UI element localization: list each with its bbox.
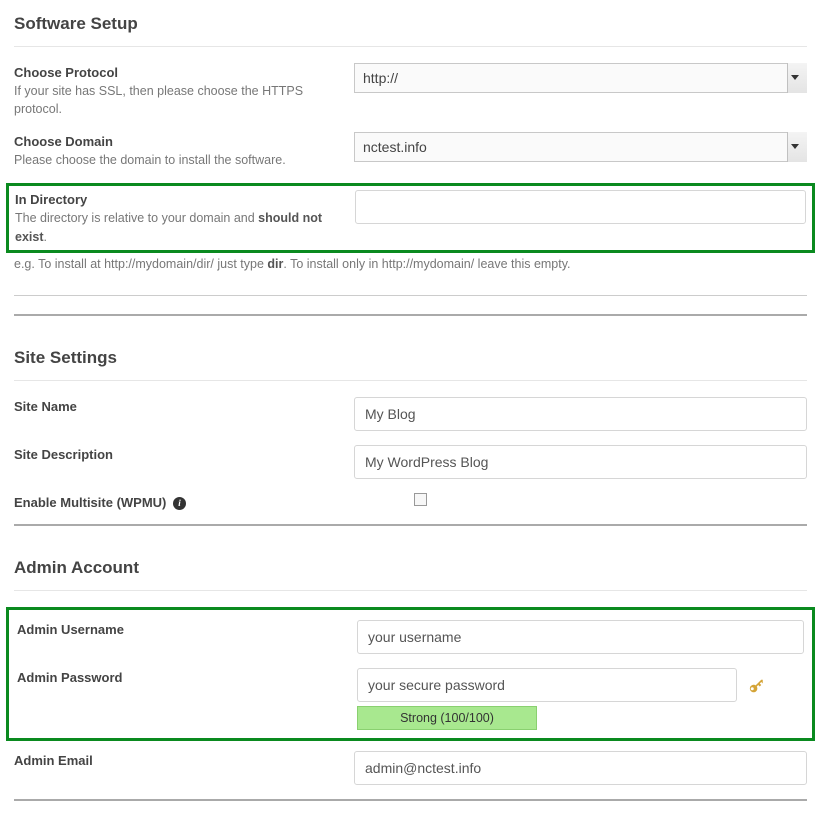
site-name-input[interactable] [354, 397, 807, 431]
choose-domain-select[interactable]: nctest.info [354, 132, 807, 162]
admin-email-label: Admin Email [14, 753, 334, 768]
site-settings-title: Site Settings [14, 342, 807, 381]
software-setup-title: Software Setup [14, 8, 807, 47]
choose-protocol-select-wrap: http:// [354, 63, 807, 93]
choose-protocol-hint: If your site has SSL, then please choose… [14, 84, 303, 116]
site-name-row: Site Name [14, 397, 807, 431]
choose-domain-select-wrap: nctest.info [354, 132, 807, 162]
choose-domain-label: Choose Domain [14, 134, 334, 149]
info-icon[interactable]: i [173, 497, 186, 510]
admin-username-input[interactable] [357, 620, 804, 654]
enable-multisite-checkbox[interactable] [414, 493, 427, 506]
section-divider [14, 295, 807, 296]
in-directory-label: In Directory [15, 192, 335, 207]
choose-domain-hint: Please choose the domain to install the … [14, 153, 286, 167]
admin-password-row: Admin Password Strong (100/100) [17, 668, 804, 730]
admin-password-input[interactable] [357, 668, 737, 702]
in-directory-input[interactable] [355, 190, 806, 224]
in-directory-hint-line2: e.g. To install at http://mydomain/dir/ … [14, 255, 807, 273]
choose-protocol-row: Choose Protocol If your site has SSL, th… [14, 63, 807, 118]
admin-email-row: Admin Email [14, 751, 807, 785]
choose-protocol-label: Choose Protocol [14, 65, 334, 80]
enable-multisite-label: Enable Multisite (WPMU) [14, 495, 166, 510]
admin-account-section: Admin Account Admin Username Admin Passw… [14, 544, 807, 819]
password-strength-bar: Strong (100/100) [357, 706, 537, 730]
software-setup-section: Software Setup Choose Protocol If your s… [14, 0, 807, 334]
choose-protocol-select[interactable]: http:// [354, 63, 807, 93]
in-directory-highlight: In Directory The directory is relative t… [6, 183, 815, 252]
in-directory-hint-line1: The directory is relative to your domain… [15, 211, 322, 243]
site-description-input[interactable] [354, 445, 807, 479]
section-divider-thick [14, 799, 807, 801]
admin-account-title: Admin Account [14, 552, 807, 591]
section-divider-thick [14, 314, 807, 316]
site-name-label: Site Name [14, 399, 334, 414]
admin-email-input[interactable] [354, 751, 807, 785]
admin-username-row: Admin Username [17, 620, 804, 654]
site-description-row: Site Description [14, 445, 807, 479]
key-icon[interactable] [747, 676, 765, 694]
site-settings-section: Site Settings Site Name Site Description… [14, 334, 807, 544]
admin-password-label: Admin Password [17, 670, 337, 685]
admin-credentials-highlight: Admin Username Admin Password Stro [6, 607, 815, 741]
admin-username-label: Admin Username [17, 622, 337, 637]
site-description-label: Site Description [14, 447, 334, 462]
choose-domain-row: Choose Domain Please choose the domain t… [14, 132, 807, 169]
section-divider-thick [14, 524, 807, 526]
enable-multisite-row: Enable Multisite (WPMU) i [14, 493, 807, 510]
